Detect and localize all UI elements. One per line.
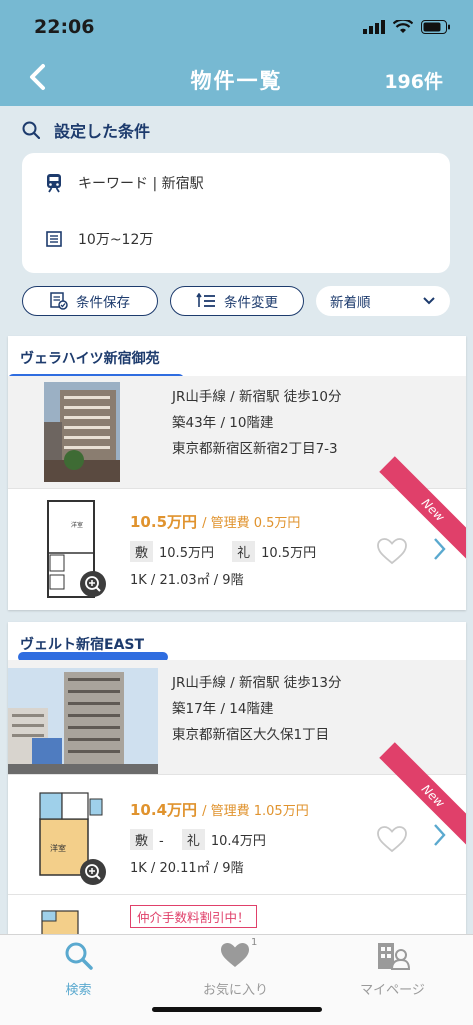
status-time: 22:06 (34, 16, 95, 38)
tab-mypage-label: マイページ (360, 983, 425, 998)
sort-list-icon (196, 293, 215, 307)
age-text: 築43年 / 10階建 (172, 415, 274, 431)
heart-icon (221, 943, 249, 967)
search-icon (65, 942, 93, 970)
floorplan-image (41, 910, 79, 934)
building-name: ヴェルト新宿EAST (20, 637, 145, 653)
chevron-right-icon[interactable] (432, 823, 448, 847)
tab-favorites-label: お気に入り (202, 983, 268, 998)
status-icons (363, 20, 451, 34)
change-conditions-button[interactable]: 条件変更 (170, 286, 304, 316)
unit-row-partial[interactable]: 仲介手数料割引中！ (8, 894, 466, 934)
result-count: 196件 (384, 71, 443, 93)
deposit-line: 敷 10.5万円 礼 10.5万円 (130, 541, 316, 562)
listing-card[interactable]: ヴェルト新宿EAST JR山手線 / 新宿駅 徒歩13分 築17年 / 14階建… (8, 622, 466, 934)
access-text: JR山手線 / 新宿駅 徒歩10分 (172, 389, 342, 405)
key-money-label: 礼 (181, 829, 205, 850)
keyword-text: キーワード | 新宿駅 (78, 176, 204, 192)
home-indicator (152, 1007, 322, 1012)
listing-card[interactable]: ヴェラハイツ新宿御苑 JR山手線 / 新宿駅 徒歩10分 築43年 / 10階建… (8, 336, 466, 610)
building-details: JR山手線 / 新宿駅 徒歩10分 築43年 / 10階建 東京都新宿区新宿2丁… (172, 384, 341, 462)
conditions-title: 設定した条件 (54, 122, 151, 141)
chevron-down-icon (423, 297, 435, 305)
change-conditions-label: 条件変更 (224, 295, 278, 311)
search-icon (22, 121, 40, 139)
conditions-box[interactable]: キーワード | 新宿駅 10万~12万 (22, 153, 450, 273)
unit-row[interactable]: 洋室 10.5万円 / 管理費 0.5万円 敷 10.5万円 礼 10.5万円 1K… (8, 456, 466, 610)
train-icon (47, 174, 61, 193)
management-fee: / 管理費 0.5万円 (202, 516, 301, 531)
unit-row[interactable]: 洋室 10.4万円 / 管理費 1.05万円 敷- 礼 10.4万円 1K / 2… (8, 742, 466, 895)
key-money-label: 礼 (232, 541, 256, 562)
list-icon (46, 231, 62, 247)
address-text: 東京都新宿区新宿2丁目7-3 (172, 441, 338, 457)
zoom-in-icon (85, 576, 101, 592)
rent-price: 10.5万円 (130, 513, 198, 531)
favorite-heart-icon[interactable] (376, 537, 408, 565)
key-money-value: 10.4万円 (210, 834, 266, 849)
deposit-value: - (159, 834, 164, 849)
building-name: ヴェラハイツ新宿御苑 (20, 351, 160, 367)
access-text: JR山手線 / 新宿駅 徒歩13分 (172, 675, 342, 691)
save-icon (50, 292, 68, 310)
rent-line: 10.4万円 / 管理費 1.05万円 (130, 799, 309, 820)
condition-keyword: キーワード | 新宿駅 (46, 173, 204, 193)
management-fee: / 管理費 1.05万円 (202, 804, 309, 819)
nav-bar: 物件一覧 196件 (0, 50, 473, 106)
zoom-button[interactable] (80, 571, 106, 597)
favorites-count-badge: 1 (251, 937, 258, 948)
mypage-icon (378, 943, 410, 970)
chevron-right-icon[interactable] (432, 537, 448, 561)
conditions-header: 設定した条件 (22, 118, 150, 142)
sort-value: 新着順 (330, 295, 371, 311)
building-photo (44, 382, 120, 482)
status-bar: 22:06 (0, 0, 473, 50)
deposit-label: 敷 (130, 829, 154, 850)
save-conditions-label: 条件保存 (76, 295, 130, 311)
layout-text: 1K / 21.03㎡ / 9階 (130, 573, 244, 588)
price-text: 10万~12万 (78, 232, 154, 248)
sort-select[interactable]: 新着順 (316, 286, 450, 316)
deposit-line: 敷- 礼 10.4万円 (130, 829, 266, 850)
svg-text:洋室: 洋室 (50, 843, 66, 853)
key-money-value: 10.5万円 (261, 546, 317, 561)
promo-badge: 仲介手数料割引中！ (130, 905, 257, 928)
condition-price: 10万~12万 (46, 229, 153, 249)
save-conditions-button[interactable]: 条件保存 (22, 286, 158, 316)
favorite-heart-icon[interactable] (376, 825, 408, 853)
address-text: 東京都新宿区大久保1丁目 (172, 727, 330, 743)
deposit-label: 敷 (130, 541, 154, 562)
zoom-button[interactable] (80, 859, 106, 885)
signal-icon (363, 20, 385, 34)
wifi-icon (393, 20, 413, 33)
rent-line: 10.5万円 / 管理費 0.5万円 (130, 511, 300, 532)
layout-text: 1K / 20.11㎡ / 9階 (130, 861, 244, 876)
battery-icon (421, 20, 450, 34)
rent-price: 10.4万円 (130, 801, 198, 819)
zoom-in-icon (85, 864, 101, 880)
svg-text:洋室: 洋室 (71, 521, 83, 529)
tab-search-label: 検索 (65, 983, 92, 998)
building-details: JR山手線 / 新宿駅 徒歩13分 築17年 / 14階建 東京都新宿区大久保1… (172, 670, 341, 748)
age-text: 築17年 / 14階建 (172, 701, 274, 717)
deposit-value: 10.5万円 (159, 546, 214, 561)
building-photo (8, 668, 158, 774)
